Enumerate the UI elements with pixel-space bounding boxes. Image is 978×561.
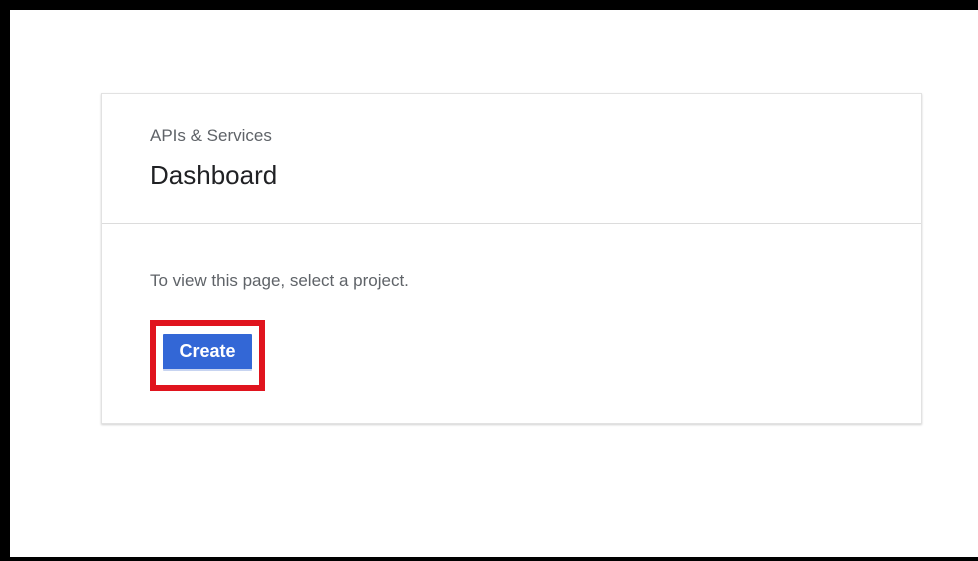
create-button[interactable]: Create (163, 334, 252, 371)
section-label: APIs & Services (150, 126, 272, 145)
screenshot-frame: APIs & Services Dashboard To view this p… (0, 0, 978, 561)
card-header: APIs & Services Dashboard (102, 94, 921, 224)
create-button-highlight: Create (150, 320, 265, 391)
page-title: Dashboard (150, 160, 278, 190)
dashboard-card: APIs & Services Dashboard To view this p… (101, 93, 922, 424)
select-project-message: To view this page, select a project. (150, 271, 409, 290)
